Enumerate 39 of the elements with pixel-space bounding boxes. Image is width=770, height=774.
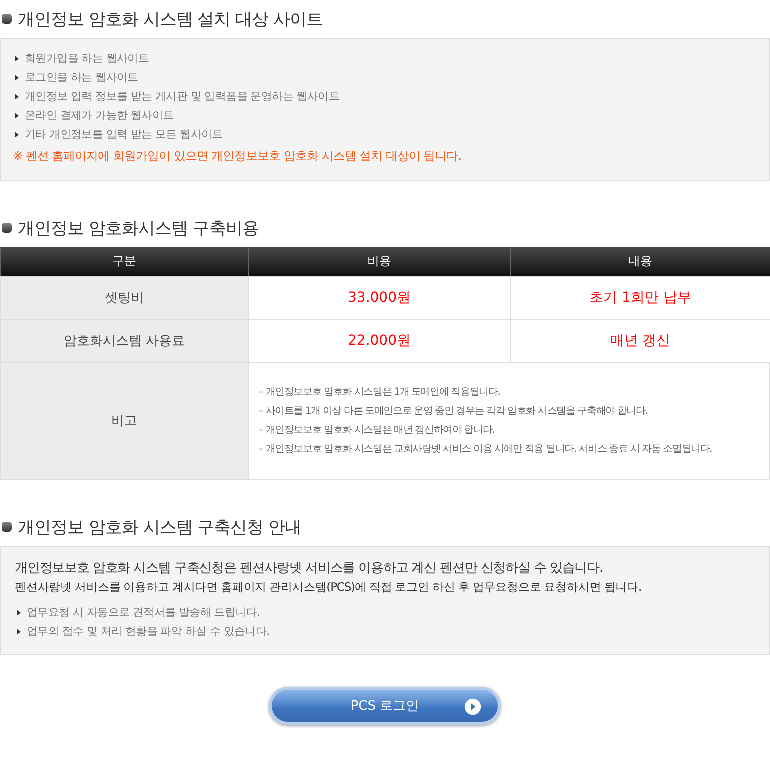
bullet-icon	[2, 14, 12, 24]
arrow-bullet-icon	[15, 112, 19, 118]
list-item-text: 로그인을 하는 웹사이트	[25, 70, 138, 85]
table-cell: 암호화시스템 사용료	[0, 319, 248, 362]
table-cell: 비고	[0, 362, 248, 479]
bullet-icon	[2, 223, 12, 233]
note-text: – 개인정보보호 암호화 시스템은 1개 도메인에 적용됩니다.	[259, 386, 500, 400]
arrow-bullet-icon	[15, 132, 19, 138]
section-title: 개인정보 암호화시스템 구축비용	[18, 218, 259, 240]
play-icon	[464, 698, 482, 716]
column-header: 내용	[510, 247, 770, 276]
login-button[interactable]: PCS 로그인	[269, 687, 501, 725]
notice-text: ※ 펜션 홈페이지에 회원가입이 있으면 개인정보보호 암호화 시스템 설치 대상이 됩니다.	[13, 148, 463, 165]
column-header: 구분	[0, 247, 248, 276]
arrow-bullet-icon	[15, 56, 19, 62]
note-text: – 개인정보보호 암호화 시스템은 교회사랑넷 서비스 이용 시에만 적용 됩니다. 서비스 종료 시 자동 소멸됩니다.	[259, 443, 712, 457]
lead-text: 개인정보보호 암호화 시스템 구축신청은 펜션사랑넷 서비스를 이용하고 계신 펜션만 신청하실 수 있습니다.	[15, 560, 604, 577]
note-text: – 사이트를 1개 이상 다른 도메인으로 운영 중인 경우는 각각 암호화 시스템을 구축해야 합니다.	[259, 405, 648, 419]
column-header: 비용	[248, 247, 510, 276]
bullet-icon	[2, 522, 12, 532]
table-cell: 33.000원	[248, 276, 510, 319]
list-item-text: 업무요청 시 자동으로 견적서를 발송해 드립니다.	[27, 605, 260, 620]
table-cell: 초기 1회만 납부	[510, 276, 770, 319]
list-item-text: 기타 개인정보를 입력 받는 모든 웹사이트	[25, 127, 223, 142]
section-title: 개인정보 암호화 시스템 구축신청 안내	[18, 516, 302, 538]
arrow-bullet-icon	[15, 74, 19, 80]
arrow-bullet-icon	[15, 94, 19, 100]
list-item-text: 회원가입을 하는 웹사이트	[25, 51, 150, 66]
arrow-bullet-icon	[17, 628, 21, 634]
table-cell: 매년 갱신	[510, 319, 770, 362]
description-text: 펜션사랑넷 서비스를 이용하고 계시다면 홈페이지 관리시스템(PCS)에 직접 로그인 하신 후 업무요청으로 요청하시면 됩니다.	[15, 580, 643, 595]
table-cell: 22.000원	[248, 319, 510, 362]
section-title: 개인정보 암호화 시스템 설치 대상 사이트	[18, 8, 324, 30]
table-cell: 셋팅비	[0, 276, 248, 319]
note-text: – 개인정보보호 암호화 시스템은 매년 갱신하여야 합니다.	[259, 424, 495, 438]
list-item-text: 업무의 접수 및 처리 현황을 파악 하실 수 있습니다.	[27, 624, 270, 639]
arrow-bullet-icon	[17, 610, 21, 616]
list-item-text: 개인정보 입력 정보를 받는 게시판 및 입력폼을 운영하는 웹사이트	[25, 89, 340, 104]
list-item-text: 온라인 결제가 가능한 웹사이트	[25, 108, 174, 123]
